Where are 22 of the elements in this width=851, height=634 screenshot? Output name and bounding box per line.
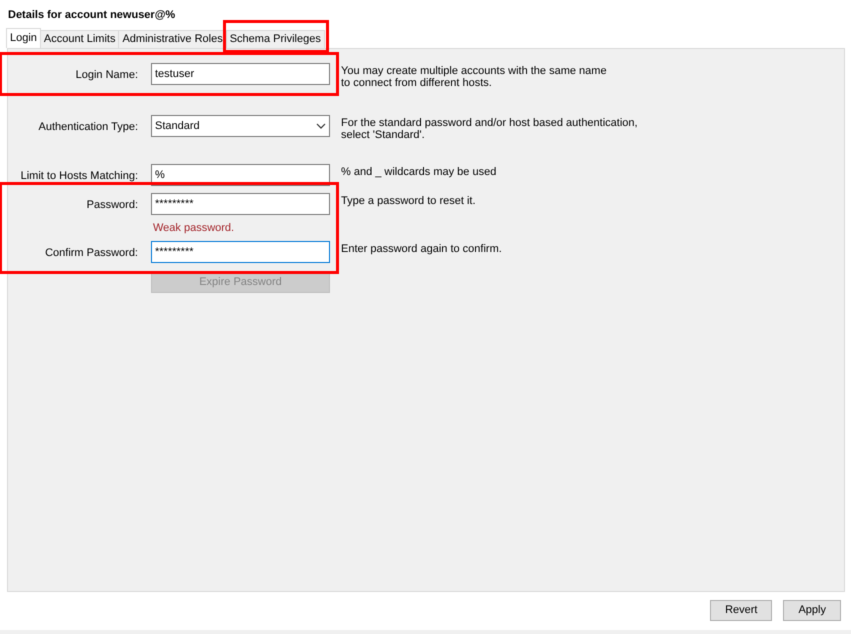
action-button[interactable]: Revert xyxy=(710,600,772,621)
field-label: Password: xyxy=(86,198,138,213)
field-label: Limit to Hosts Matching: xyxy=(20,169,138,184)
field-label: Login Name: xyxy=(74,68,138,83)
field-label: Confirm Password: xyxy=(44,246,138,261)
help-text: For the standard password and/or host based authentication, select 'Standard'. xyxy=(341,116,638,141)
tab[interactable]: Account Limits xyxy=(40,30,120,48)
dropdown[interactable]: Standard xyxy=(151,115,330,137)
input-field[interactable]: testuser xyxy=(151,63,330,85)
action-button[interactable]: Apply xyxy=(783,600,841,621)
tab[interactable]: Login xyxy=(6,28,41,48)
input-field[interactable]: ********* xyxy=(151,241,330,263)
help-text: Type a password to reset it. xyxy=(341,194,476,207)
chevron-icon xyxy=(316,123,326,129)
input-field[interactable]: ********* xyxy=(151,193,330,215)
help-text: You may create multiple accounts with the same name to connect from different hosts. xyxy=(341,64,607,89)
tab[interactable]: Schema Privileges xyxy=(226,30,325,48)
help-text: Enter password again to confirm. xyxy=(341,242,502,255)
warning-text: Weak password. xyxy=(153,221,234,235)
field-label: Authentication Type: xyxy=(38,120,138,135)
window-title: Details for account newuser@% xyxy=(7,8,176,23)
help-text: % and _ wildcards may be used xyxy=(341,165,496,178)
